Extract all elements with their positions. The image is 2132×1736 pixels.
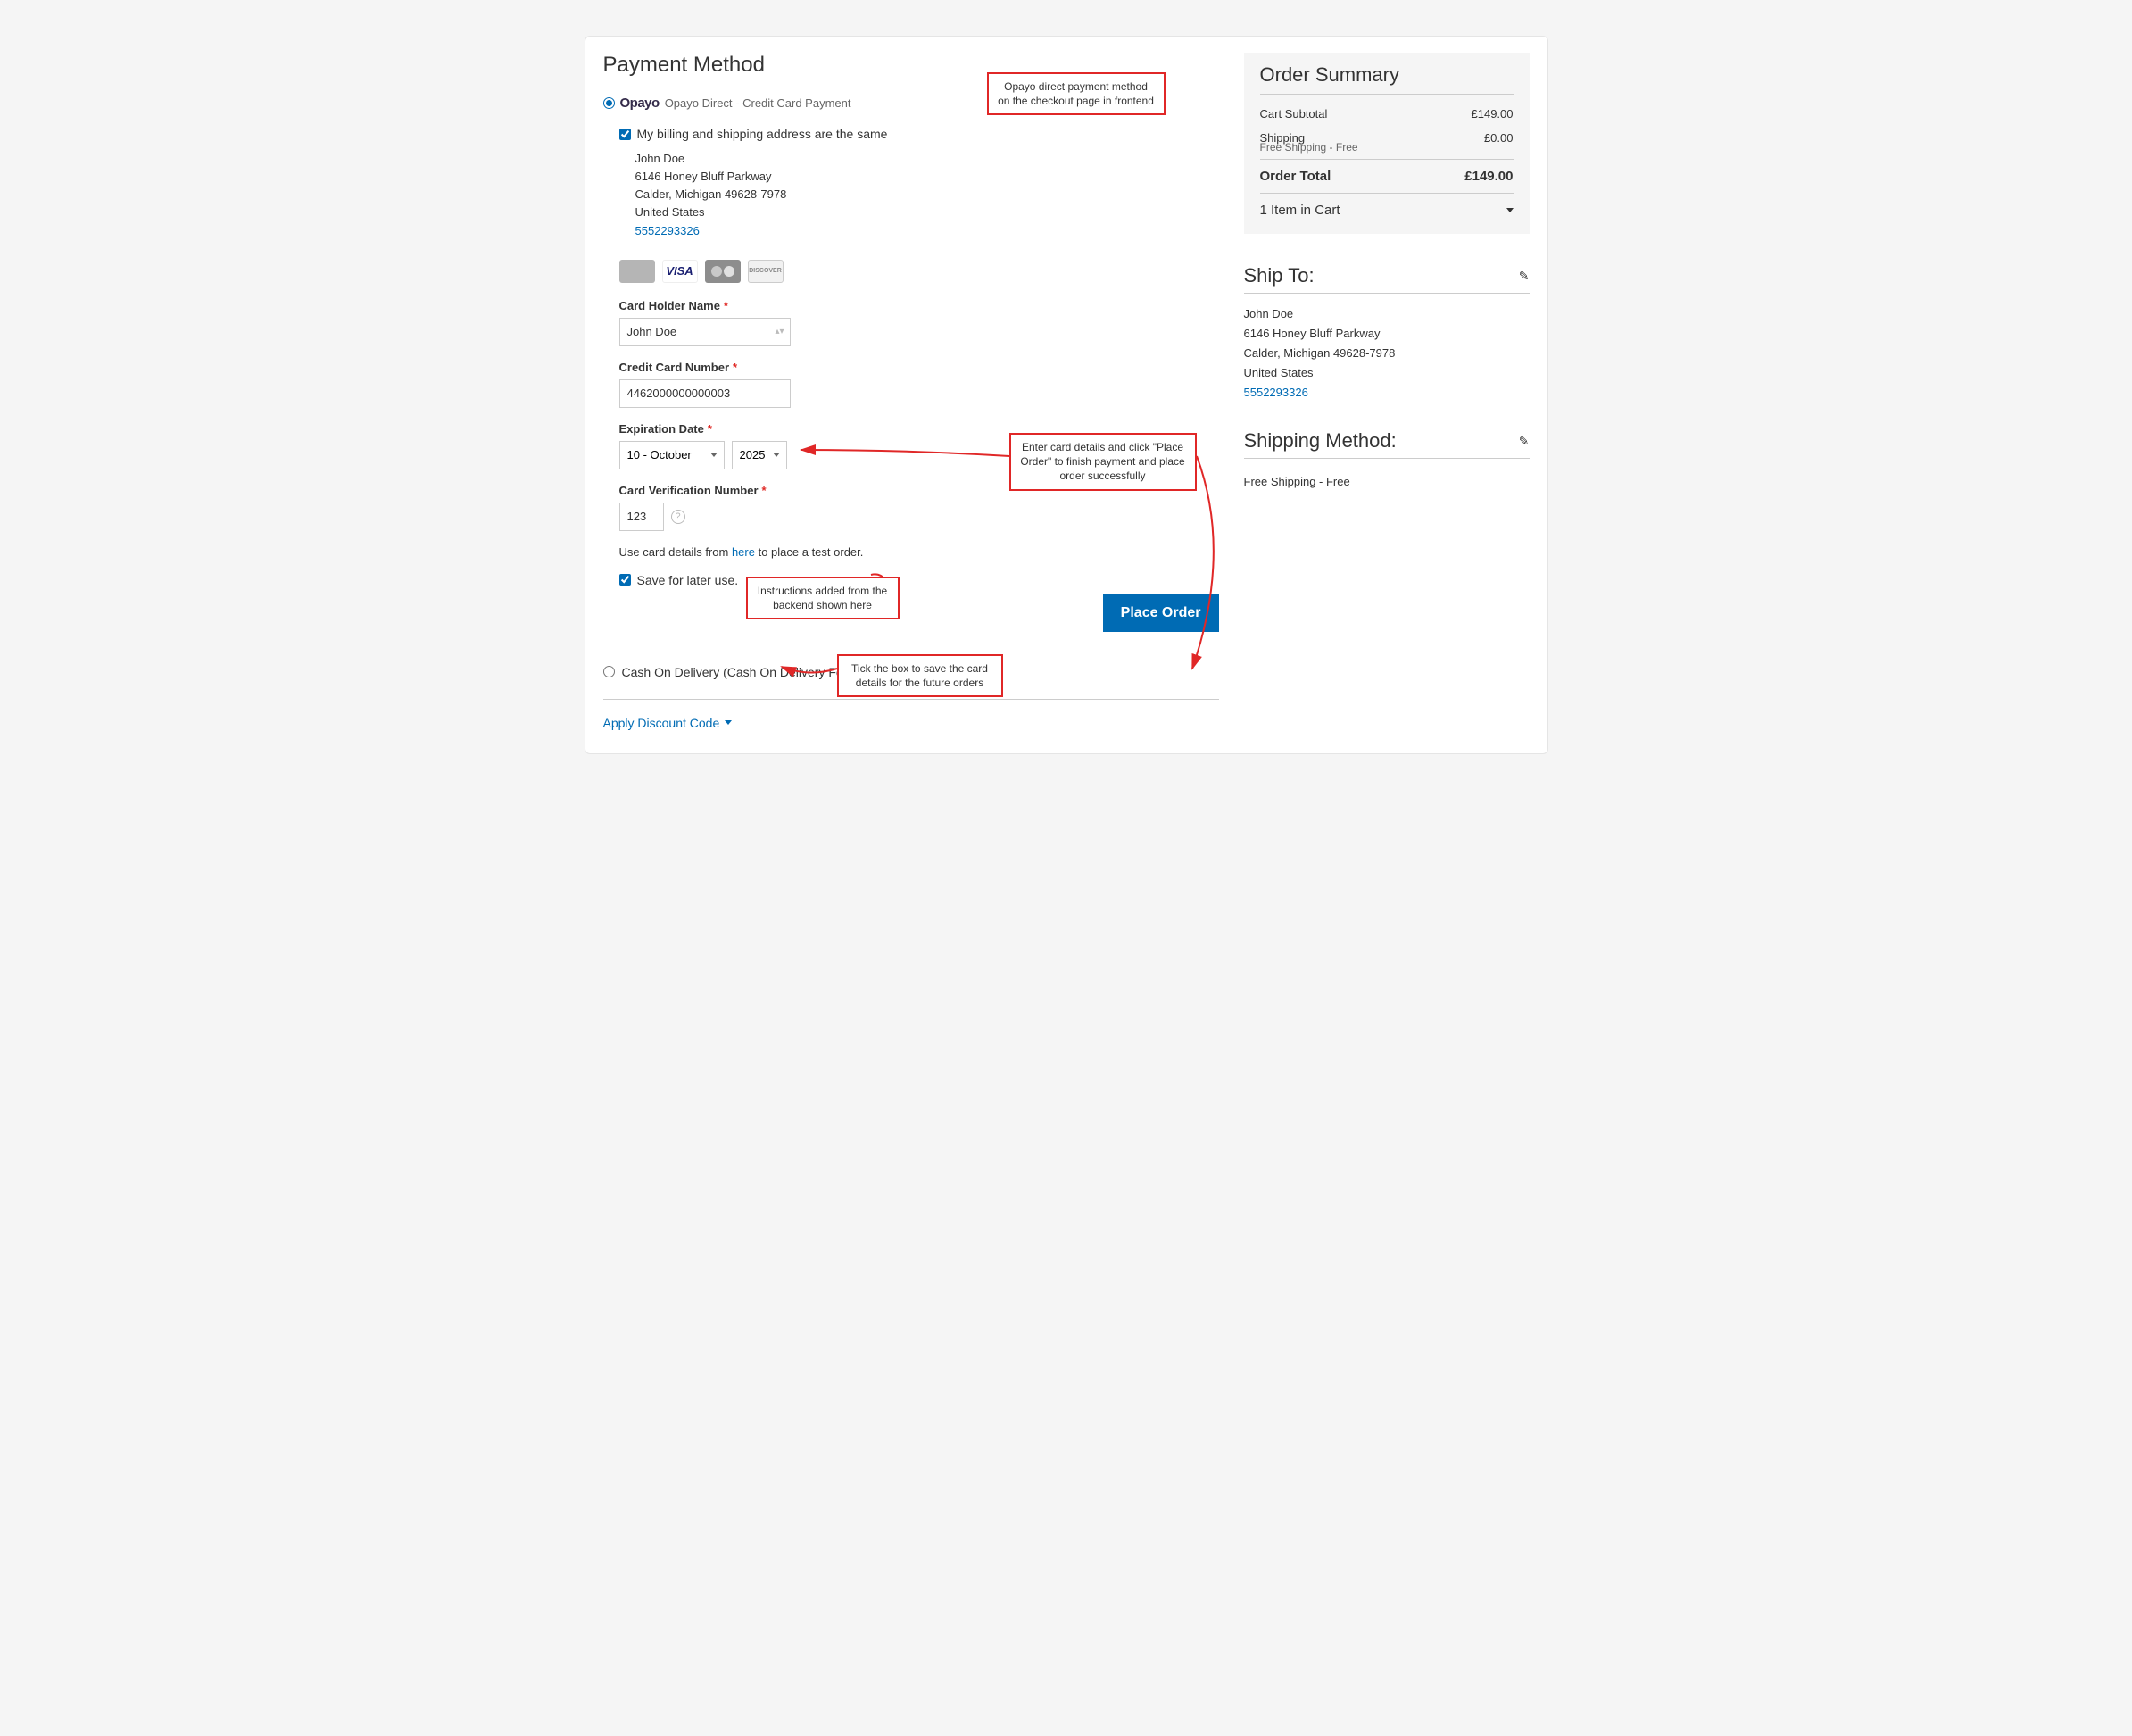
instructions-link[interactable]: here [732,545,755,559]
ship-to-phone-link[interactable]: 5552293326 [1244,386,1308,399]
amex-icon [619,260,655,283]
billing-phone-link[interactable]: 5552293326 [635,224,700,237]
exp-month-select[interactable] [619,441,725,469]
save-for-later-checkbox[interactable] [619,574,631,586]
annotation-card: Enter card details and click "Place Orde… [1009,433,1197,491]
backend-instructions: Use card details from here to place a te… [619,545,1219,559]
card-holder-input[interactable]: John Doe ▴▾ [619,318,791,346]
summary-total-value: £149.00 [1464,169,1513,184]
ship-to-title: Ship To: [1244,264,1315,287]
input-icon: ▴▾ [775,327,784,336]
shipping-method-text: Free Shipping - Free [1244,469,1530,488]
mastercard-icon [705,260,741,283]
chevron-down-icon [1506,208,1514,212]
billing-same-checkbox-label[interactable]: My billing and shipping address are the … [619,127,1219,141]
card-holder-value: John Doe [627,325,677,338]
cvv-help-icon[interactable]: ? [671,510,685,524]
summary-shipping-value: £0.00 [1484,131,1514,145]
discount-divider [603,699,1219,700]
edit-shipping-method-icon[interactable]: ✎ [1519,434,1530,449]
summary-subtotal-value: £149.00 [1472,107,1514,120]
sidebar: Order Summary Cart Subtotal £149.00 Ship… [1244,53,1530,730]
annotation-top: Opayo direct payment method on the check… [987,72,1166,115]
payment-radio-cod[interactable] [603,666,615,677]
apply-discount-toggle[interactable]: Apply Discount Code [603,716,1219,730]
annotation-save: Tick the box to save the card details fo… [837,654,1003,697]
billing-same-label-text: My billing and shipping address are the … [637,127,888,141]
billing-street: 6146 Honey Bluff Parkway [619,168,1219,186]
annotation-instructions: Instructions added from the backend show… [746,577,900,619]
order-summary-box: Order Summary Cart Subtotal £149.00 Ship… [1244,53,1530,234]
edit-ship-to-icon[interactable]: ✎ [1519,269,1530,284]
save-for-later-row[interactable]: Save for later use. [619,573,1219,587]
billing-country: United States [619,204,1219,221]
cc-number-label: Credit Card Number* [619,361,1219,374]
billing-name: John Doe [619,150,1219,168]
ship-to-address: John Doe 6146 Honey Bluff Parkway Calder… [1244,304,1530,403]
card-brand-icons: VISA DISCOVER [619,260,1219,283]
chevron-down-icon [725,720,732,725]
card-holder-label: Card Holder Name* [619,299,1219,312]
summary-total-label: Order Total [1260,169,1331,184]
billing-same-checkbox[interactable] [619,129,631,140]
discover-icon: DISCOVER [748,260,784,283]
summary-subtotal-label: Cart Subtotal [1260,107,1328,120]
cvv-input[interactable] [619,503,664,531]
save-for-later-label: Save for later use. [637,573,739,587]
order-summary-title: Order Summary [1260,63,1514,95]
billing-city: Calder, Michigan 49628-7978 [619,186,1219,204]
cc-number-input[interactable] [619,379,791,408]
checkout-payment-panel: Payment Method Opayo Opayo Direct - Cred… [585,36,1548,754]
payment-left-column: Payment Method Opayo Opayo Direct - Cred… [603,53,1219,730]
items-in-cart-toggle[interactable]: 1 Item in Cart [1260,193,1514,220]
billing-address-block: John Doe 6146 Honey Bluff Parkway Calder… [619,150,1219,240]
visa-icon: VISA [662,260,698,283]
shipping-method-title: Shipping Method: [1244,429,1397,453]
place-order-button[interactable]: Place Order [1103,594,1219,632]
opayo-method-label: Opayo Direct - Credit Card Payment [665,96,851,110]
opayo-logo: Opayo [620,96,660,111]
exp-year-select[interactable] [732,441,787,469]
payment-radio-opayo[interactable] [603,97,615,109]
summary-shipping-method: Free Shipping - Free [1260,141,1514,154]
